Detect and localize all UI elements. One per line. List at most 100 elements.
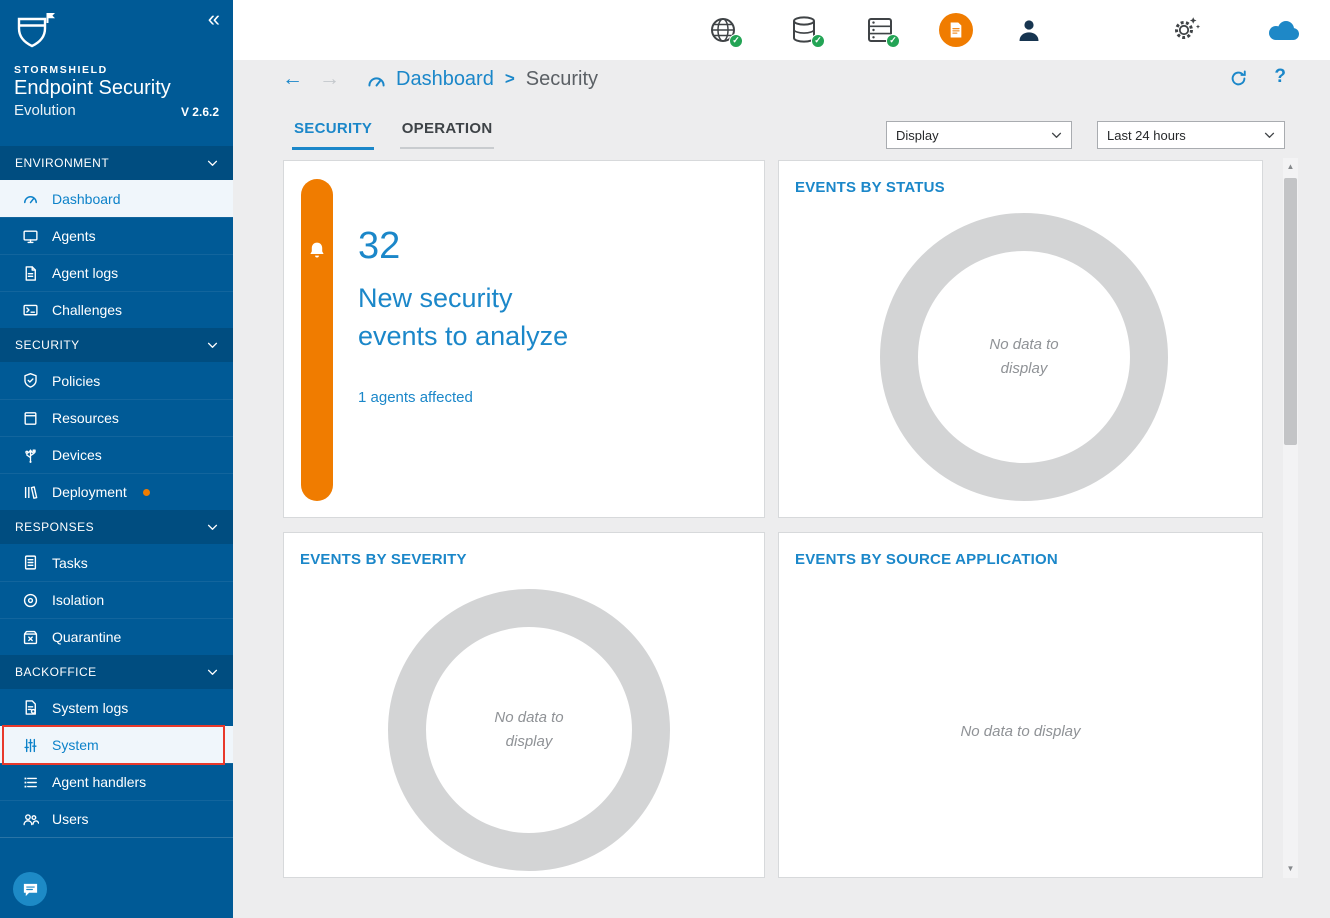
sidebar-item-label: Devices: [52, 447, 102, 463]
sidebar-item-users[interactable]: Users: [0, 800, 233, 837]
gauge-icon: [22, 190, 39, 207]
back-button[interactable]: ←: [282, 67, 303, 91]
sidebar-item-label: Dashboard: [52, 191, 121, 207]
cloud-icon: [1266, 30, 1300, 47]
breadcrumb-page: Security: [526, 68, 598, 91]
select-value: Last 24 hours: [1107, 128, 1186, 143]
tab-bar: SECURITY OPERATION: [292, 120, 494, 150]
refresh-button[interactable]: [1229, 69, 1248, 88]
sidebar-item-label: Resources: [52, 410, 119, 426]
app-root: « STORMSHIELD Endpoint Security Evolutio…: [0, 0, 1330, 918]
sidebar-item-agent-logs[interactable]: Agent logs: [0, 254, 233, 291]
bell-icon: [308, 241, 326, 260]
clipboard-icon: [22, 554, 39, 571]
sidebar-item-policies[interactable]: Policies: [0, 362, 233, 399]
time-range-select[interactable]: Last 24 hours: [1097, 121, 1285, 149]
list-icon: [22, 774, 39, 791]
no-data-label: No data to display: [779, 723, 1262, 740]
disc-icon: [22, 592, 39, 609]
alert-title: New security events to analyze: [358, 279, 593, 356]
users-icon: [22, 811, 39, 828]
event-count: 32: [358, 225, 400, 268]
chevron-down-icon: [1264, 132, 1275, 139]
breadcrumb-section[interactable]: Dashboard: [396, 68, 494, 91]
sidebar-item-label: Users: [52, 811, 89, 827]
product-name: Endpoint Security: [14, 77, 219, 100]
card-title: EVENTS BY STATUS: [795, 179, 945, 196]
user-account-button[interactable]: [1017, 17, 1043, 47]
sidebar: « STORMSHIELD Endpoint Security Evolutio…: [0, 0, 233, 918]
chevron-down-icon: [1051, 132, 1062, 139]
sliders-icon: [22, 737, 39, 754]
sidebar-section-environment[interactable]: ENVIRONMENT: [0, 146, 233, 180]
automation-settings-button[interactable]: [1171, 14, 1201, 44]
monitor-icon: [22, 228, 39, 245]
notification-dot: [143, 489, 150, 496]
server-status-button[interactable]: ✓: [865, 15, 895, 45]
sidebar-item-label: Agent handlers: [52, 774, 146, 790]
sidebar-item-label: Isolation: [52, 592, 104, 608]
sidebar-nav: ENVIRONMENT Dashboard Agents Agent logs …: [0, 146, 233, 838]
help-button[interactable]: ?: [1274, 66, 1286, 88]
section-label: BACKOFFICE: [15, 665, 97, 679]
database-status-button[interactable]: ✓: [790, 15, 820, 45]
dashboard-gauge-icon: [366, 70, 387, 91]
breadcrumb: ← → Dashboard > Security: [282, 63, 598, 95]
sidebar-item-agent-handlers[interactable]: Agent handlers: [0, 763, 233, 800]
audit-logs-button[interactable]: [939, 13, 973, 47]
internet-status-button[interactable]: ✓: [708, 15, 738, 45]
sidebar-item-dashboard[interactable]: Dashboard: [0, 180, 233, 217]
tab-security[interactable]: SECURITY: [292, 120, 374, 150]
sidebar-item-label: Tasks: [52, 555, 88, 571]
sidebar-item-challenges[interactable]: Challenges: [0, 291, 233, 328]
sidebar-section-security[interactable]: SECURITY: [0, 328, 233, 362]
events-by-status-card: EVENTS BY STATUS No data to display: [778, 160, 1263, 518]
no-data-label: No data to display: [388, 589, 670, 871]
log-file-icon: [22, 265, 39, 282]
status-ok-badge: ✓: [811, 34, 825, 48]
sidebar-divider: [0, 837, 233, 838]
new-security-events-card: 32 New security events to analyze 1 agen…: [283, 160, 765, 518]
status-ok-badge: ✓: [886, 34, 900, 48]
no-data-label: No data to display: [880, 213, 1168, 501]
sidebar-item-devices[interactable]: Devices: [0, 436, 233, 473]
sidebar-item-resources[interactable]: Resources: [0, 399, 233, 436]
quarantine-box-icon: [22, 629, 39, 646]
sidebar-section-backoffice[interactable]: BACKOFFICE: [0, 655, 233, 689]
sidebar-item-system[interactable]: System: [0, 726, 233, 763]
chevron-down-icon: [207, 520, 218, 534]
terminal-icon: [22, 302, 39, 319]
chat-bubble-icon: [22, 881, 39, 898]
events-by-source-application-card: EVENTS BY SOURCE APPLICATION No data to …: [778, 532, 1263, 878]
version-label: V 2.6.2: [181, 105, 219, 119]
tab-operation[interactable]: OPERATION: [400, 120, 495, 149]
cloud-button[interactable]: [1266, 19, 1300, 49]
chevron-down-icon: [207, 338, 218, 352]
sidebar-item-tasks[interactable]: Tasks: [0, 544, 233, 581]
box-icon: [22, 410, 39, 427]
sidebar-item-quarantine[interactable]: Quarantine: [0, 618, 233, 655]
status-ok-badge: ✓: [729, 34, 743, 48]
display-select[interactable]: Display: [886, 121, 1072, 149]
sidebar-section-responses[interactable]: RESPONSES: [0, 510, 233, 544]
stormshield-shield-logo-icon: [14, 41, 56, 58]
chevron-down-icon: [207, 156, 218, 170]
vertical-scrollbar[interactable]: ▲ ▼: [1283, 158, 1298, 878]
sidebar-collapse-button[interactable]: «: [208, 8, 220, 30]
chat-button[interactable]: [13, 872, 47, 906]
forward-button[interactable]: →: [319, 67, 340, 91]
agents-affected-link[interactable]: 1 agents affected: [358, 389, 473, 406]
scroll-down-arrow[interactable]: ▼: [1283, 861, 1298, 877]
scroll-thumb[interactable]: [1284, 178, 1297, 445]
sidebar-item-agents[interactable]: Agents: [0, 217, 233, 254]
sidebar-item-system-logs[interactable]: System logs: [0, 689, 233, 726]
sidebar-item-label: Agents: [52, 228, 96, 244]
section-label: SECURITY: [15, 338, 80, 352]
sidebar-item-deployment[interactable]: Deployment: [0, 473, 233, 510]
scroll-up-arrow[interactable]: ▲: [1283, 159, 1298, 175]
sidebar-item-isolation[interactable]: Isolation: [0, 581, 233, 618]
document-gear-icon: [22, 699, 39, 716]
usb-icon: [22, 447, 39, 464]
sidebar-item-label: Deployment: [52, 484, 127, 500]
breadcrumb-separator: >: [505, 69, 515, 89]
